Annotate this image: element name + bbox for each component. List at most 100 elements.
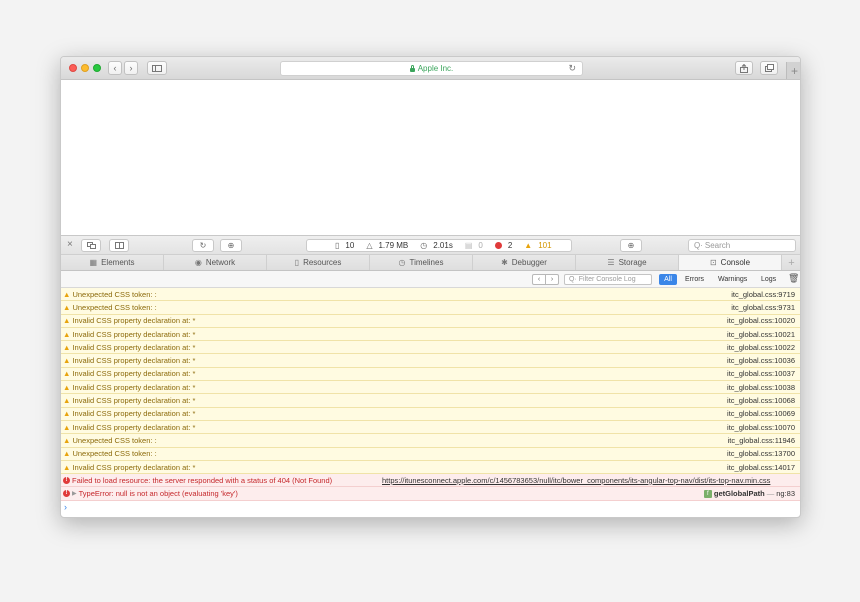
console-warning-row[interactable]: ▲ Invalid CSS property declaration at: * i…: [61, 314, 800, 328]
inspector-toolbar: × ↻ ⊕ ▯ 10 △ 1.79 MB ◷ 2.01s ▤ 0 2 ▲ 101 ⊕ Q·…: [61, 235, 800, 255]
plus-icon: +: [790, 63, 798, 78]
split-icon: [114, 242, 124, 249]
console-error-row[interactable]: ! Failed to load resource: the server re…: [61, 474, 800, 488]
previous-message-button[interactable]: ‹: [533, 275, 546, 284]
forward-button[interactable]: ›: [124, 61, 138, 75]
browser-window: ‹ › Apple Inc. ↻ + × ↻ ⊕ ▯ 10 △ 1.79 MB …: [60, 56, 801, 518]
error-source[interactable]: f getGlobalPath — ng:83: [703, 489, 795, 499]
warning-icon: ▲: [63, 302, 71, 312]
tab-debugger[interactable]: ✱ Debugger: [473, 255, 576, 270]
warning-source-link[interactable]: itc_global.css:10020: [727, 316, 795, 325]
console-warning-row[interactable]: ▲ Invalid CSS property declaration at: * i…: [61, 381, 800, 395]
element-picker-button[interactable]: ⊕: [620, 239, 642, 252]
warning-icon: ▲: [63, 329, 71, 339]
new-tab-button[interactable]: +: [786, 62, 800, 79]
search-icon: Q·: [569, 276, 577, 283]
warning-icon: ▲: [63, 409, 71, 419]
console-warning-row[interactable]: ▲ Invalid CSS property declaration at: * i…: [61, 420, 800, 435]
back-button[interactable]: ‹: [108, 61, 122, 75]
error-message: TypeError: null is not an object (evalua…: [78, 489, 238, 499]
console-warning-row[interactable]: ▲ Invalid CSS property declaration at: * i…: [61, 367, 800, 382]
minimize-window-button[interactable]: [81, 64, 89, 72]
warning-source-link[interactable]: itc_global.css:10036: [727, 356, 795, 365]
filter-warnings-button[interactable]: Warnings: [718, 274, 747, 285]
document-icon: ▯: [335, 241, 340, 250]
console-warning-row[interactable]: ▲ Unexpected CSS token: : itc_global.css:1…: [61, 434, 800, 448]
warning-source-link[interactable]: itc_global.css:10021: [727, 330, 795, 339]
warning-message: Invalid CSS property declaration at: *: [72, 342, 196, 352]
tab-elements[interactable]: ▦ Elements: [61, 255, 164, 270]
add-tab-button[interactable]: +: [782, 255, 800, 270]
warning-icon: ▲: [63, 289, 71, 299]
warning-source-link[interactable]: itc_global.css:13700: [727, 449, 795, 458]
error-icon: !: [63, 476, 70, 484]
tab-storage[interactable]: ☰ Storage: [576, 255, 679, 270]
maximize-window-button[interactable]: [93, 64, 101, 72]
close-window-button[interactable]: [69, 64, 77, 72]
disclosure-triangle-icon[interactable]: ▶: [72, 490, 77, 497]
console-filter-input[interactable]: Q· Filter Console Log: [564, 274, 652, 285]
console-error-row[interactable]: ! ▶ TypeError: null is not an object (ev…: [61, 487, 800, 501]
warning-message: Invalid CSS property declaration at: *: [72, 356, 196, 366]
filter-logs-button[interactable]: Logs: [761, 274, 776, 285]
filter-all-button[interactable]: All: [659, 274, 677, 285]
console-warning-row[interactable]: ▲ Invalid CSS property declaration at: * i…: [61, 394, 800, 408]
share-icon: [740, 63, 748, 73]
error-resource-link[interactable]: https://itunesconnect.apple.com/c/145678…: [382, 476, 770, 485]
warning-source-link[interactable]: itc_global.css:9731: [731, 303, 795, 312]
share-button[interactable]: [735, 61, 753, 75]
sidebar-button[interactable]: [147, 61, 167, 75]
warning-source-link[interactable]: itc_global.css:9719: [731, 290, 795, 299]
warning-icon: ▲: [63, 396, 71, 406]
warning-source-link[interactable]: itc_global.css:10038: [727, 383, 795, 392]
tab-timelines[interactable]: ◷ Timelines: [370, 255, 473, 270]
inspector-dashboard[interactable]: ▯ 10 △ 1.79 MB ◷ 2.01s ▤ 0 2 ▲ 101: [306, 239, 572, 252]
close-inspector-icon[interactable]: ×: [67, 239, 73, 250]
undock-button[interactable]: [81, 239, 101, 252]
console-warning-row[interactable]: ▲ Unexpected CSS token: : itc_global.css:9…: [61, 301, 800, 315]
warning-source-link[interactable]: itc_global.css:11946: [728, 436, 795, 445]
function-icon: f: [703, 489, 712, 498]
warning-source-link[interactable]: itc_global.css:10068: [727, 396, 795, 405]
chevron-left-icon: ‹: [537, 276, 541, 283]
warning-source-link[interactable]: itc_global.css:10037: [727, 369, 795, 378]
inspector-search-input[interactable]: Q· Search: [688, 239, 796, 252]
warning-source-link[interactable]: itc_global.css:10069: [727, 409, 795, 418]
trash-icon[interactable]: 🗑: [788, 273, 799, 284]
next-message-button[interactable]: ›: [546, 275, 558, 284]
address-bar[interactable]: Apple Inc. ↻: [280, 61, 583, 76]
console-warning-row[interactable]: ▲ Invalid CSS property declaration at: * i…: [61, 354, 800, 368]
console-filter-bar: ‹ › Q· Filter Console Log All Errors War…: [61, 271, 800, 288]
error-message: Failed to load resource: the server resp…: [72, 475, 333, 485]
download-button[interactable]: ⊕: [220, 239, 242, 252]
dock-side-button[interactable]: [109, 239, 129, 252]
reload-page-button[interactable]: ↻: [192, 239, 214, 252]
console-warning-row[interactable]: ▲ Unexpected CSS token: : itc_global.css:9…: [61, 288, 800, 302]
download-icon: ⊕: [227, 241, 235, 250]
tab-console[interactable]: ⊡ Console: [679, 255, 782, 270]
debugger-icon: ✱: [501, 258, 508, 267]
tabs-overview-button[interactable]: [760, 61, 778, 75]
error-icon: [494, 242, 502, 249]
tab-network[interactable]: ◉ Network: [164, 255, 267, 270]
warning-source-link[interactable]: itc_global.css:14017: [727, 463, 795, 472]
reload-icon[interactable]: ↻: [568, 63, 576, 74]
warning-message: Unexpected CSS token: :: [72, 302, 157, 312]
warning-source-link[interactable]: itc_global.css:10070: [727, 423, 795, 432]
console-warning-row[interactable]: ▲ Invalid CSS property declaration at: * i…: [61, 460, 800, 475]
warning-count: ▲ 101: [524, 241, 552, 250]
filter-errors-button[interactable]: Errors: [685, 274, 704, 285]
network-icon: ◉: [194, 258, 202, 267]
log-icon: ▤: [464, 241, 473, 250]
warning-message: Invalid CSS property declaration at: *: [72, 462, 196, 472]
warning-icon: ▲: [63, 369, 71, 379]
warning-message: Invalid CSS property declaration at: *: [72, 396, 196, 406]
warning-source-link[interactable]: itc_global.css:10022: [727, 343, 795, 352]
tab-resources[interactable]: ▯ Resources: [267, 255, 370, 270]
console-warning-row[interactable]: ▲ Unexpected CSS token: : itc_global.css:1…: [61, 447, 800, 461]
source-separator: —: [766, 489, 775, 499]
console-warning-row[interactable]: ▲ Invalid CSS property declaration at: * i…: [61, 327, 800, 342]
console-warning-row[interactable]: ▲ Invalid CSS property declaration at: * i…: [61, 341, 800, 355]
console-prompt[interactable]: ›: [61, 501, 800, 514]
console-warning-row[interactable]: ▲ Invalid CSS property declaration at: * i…: [61, 407, 800, 421]
